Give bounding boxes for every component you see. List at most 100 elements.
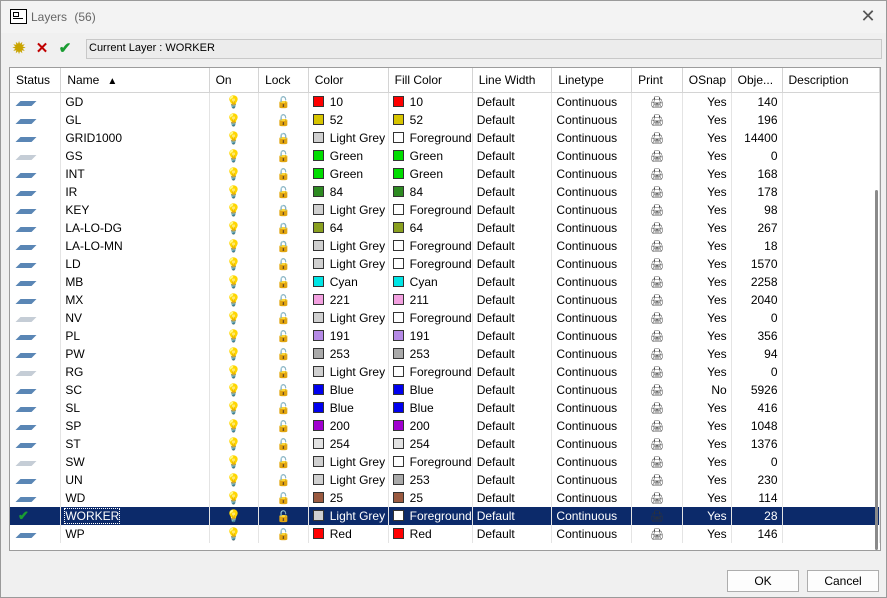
status-cell[interactable]: ✔ [10,507,62,525]
fill-color-cell[interactable]: 200 [388,417,473,435]
table-row[interactable]: SW 💡 🔓 Light Grey Foreground Default Continuou… [10,453,880,471]
print-cell[interactable]: 🖨 [631,219,683,237]
osnap-cell[interactable]: Yes [682,525,732,543]
new-layer-icon[interactable]: ✹ [9,39,29,59]
fill-color-cell[interactable]: Foreground [388,309,473,327]
name-cell[interactable]: WD [60,489,210,507]
status-cell[interactable] [10,237,62,255]
status-cell[interactable] [10,435,62,453]
fill-color-cell[interactable]: 10 [388,92,473,111]
on-cell[interactable]: 💡 [209,129,260,147]
color-cell[interactable]: Light Grey [308,453,389,471]
print-cell[interactable]: 🖨 [631,237,683,255]
column-header-fill-color[interactable]: Fill Color [388,68,473,93]
print-cell[interactable]: 🖨 [631,471,683,489]
line-width-cell[interactable]: Default [472,381,553,399]
line-width-cell[interactable]: Default [472,255,553,273]
osnap-cell[interactable]: Yes [682,453,732,471]
print-cell[interactable]: 🖨 [631,453,683,471]
column-header-osnap[interactable]: OSnap [682,68,732,93]
lock-cell[interactable]: 🔓 [258,417,309,435]
on-cell[interactable]: 💡 [209,363,260,381]
lock-cell[interactable]: 🔓 [258,399,309,417]
line-width-cell[interactable]: Default [472,417,553,435]
color-cell[interactable]: Light Grey [308,471,389,489]
color-cell[interactable]: Light Grey [308,129,389,147]
lock-cell[interactable]: 🔓 [258,525,309,543]
color-cell[interactable]: 254 [308,435,389,453]
status-cell[interactable] [10,183,62,201]
fill-color-cell[interactable]: Red [388,525,473,543]
linetype-cell[interactable]: Continuous [551,309,633,327]
color-cell[interactable]: Light Grey [308,507,389,525]
osnap-cell[interactable]: Yes [682,363,732,381]
column-header-on[interactable]: On [209,68,260,93]
print-cell[interactable]: 🖨 [631,435,683,453]
fill-color-cell[interactable]: 253 [388,471,473,489]
name-cell[interactable]: LA-LO-MN [60,237,210,255]
lock-cell[interactable]: 🔓 [258,291,309,309]
description-cell[interactable] [782,237,880,255]
name-cell[interactable]: WP [60,525,210,543]
color-cell[interactable]: Green [308,165,389,183]
table-row[interactable]: LA-LO-MN 💡 🔒 Light Grey Foreground Default Con… [10,237,880,255]
description-cell[interactable] [782,129,880,147]
fill-color-cell[interactable]: 25 [388,489,473,507]
color-cell[interactable]: Blue [308,399,389,417]
print-cell[interactable]: 🖨 [631,183,683,201]
lock-cell[interactable]: 🔓 [258,507,309,525]
linetype-cell[interactable]: Continuous [551,345,633,363]
line-width-cell[interactable]: Default [472,363,553,381]
name-cell[interactable]: IR [60,183,210,201]
osnap-cell[interactable]: Yes [682,489,732,507]
linetype-cell[interactable]: Continuous [551,255,633,273]
status-cell[interactable] [10,381,62,399]
on-cell[interactable]: 💡 [209,525,260,543]
on-cell[interactable]: 💡 [209,201,260,219]
color-cell[interactable]: 200 [308,417,389,435]
fill-color-cell[interactable]: Foreground [388,507,473,525]
table-row[interactable]: LD 💡 🔓 Light Grey Foreground Default Continuou… [10,255,880,273]
line-width-cell[interactable]: Default [472,183,553,201]
linetype-cell[interactable]: Continuous [551,381,633,399]
fill-color-cell[interactable]: Foreground [388,237,473,255]
lock-cell[interactable]: 🔒 [258,237,309,255]
line-width-cell[interactable]: Default [472,489,553,507]
close-icon[interactable]: ✕ [858,6,878,26]
status-cell[interactable] [10,345,62,363]
linetype-cell[interactable]: Continuous [551,183,633,201]
color-cell[interactable]: 191 [308,327,389,345]
description-cell[interactable] [782,417,880,435]
column-header-color[interactable]: Color [308,68,389,93]
table-row[interactable]: UN 💡 🔓 Light Grey 253 Default Continuous 🖨 Yes 23… [10,471,880,489]
lock-cell[interactable]: 🔓 [258,92,309,111]
line-width-cell[interactable]: Default [472,507,553,525]
line-width-cell[interactable]: Default [472,92,553,111]
column-header-linetype[interactable]: Linetype [551,68,633,93]
lock-cell[interactable]: 🔓 [258,345,309,363]
on-cell[interactable]: 💡 [209,471,260,489]
fill-color-cell[interactable]: 52 [388,111,473,129]
color-cell[interactable]: Blue [308,381,389,399]
line-width-cell[interactable]: Default [472,129,553,147]
name-cell[interactable]: INT [60,165,210,183]
linetype-cell[interactable]: Continuous [551,525,633,543]
lock-cell[interactable]: 🔒 [258,129,309,147]
osnap-cell[interactable]: Yes [682,327,732,345]
print-cell[interactable]: 🖨 [631,507,683,525]
description-cell[interactable] [782,147,880,165]
table-row[interactable]: SC 💡 🔓 Blue Blue Default Continuous 🖨 No 5926 [10,381,880,399]
on-cell[interactable]: 💡 [209,453,260,471]
column-header-line-width[interactable]: Line Width [472,68,553,93]
fill-color-cell[interactable]: Blue [388,399,473,417]
linetype-cell[interactable]: Continuous [551,435,633,453]
status-cell[interactable] [10,111,62,129]
color-cell[interactable]: Red [308,525,389,543]
description-cell[interactable] [782,92,880,111]
lock-cell[interactable]: 🔓 [258,165,309,183]
status-cell[interactable] [10,525,62,543]
linetype-cell[interactable]: Continuous [551,111,633,129]
osnap-cell[interactable]: Yes [682,111,732,129]
status-cell[interactable] [10,399,62,417]
table-row[interactable]: GL 💡 🔓 52 52 Default Continuous 🖨 Yes 196 [10,111,880,129]
